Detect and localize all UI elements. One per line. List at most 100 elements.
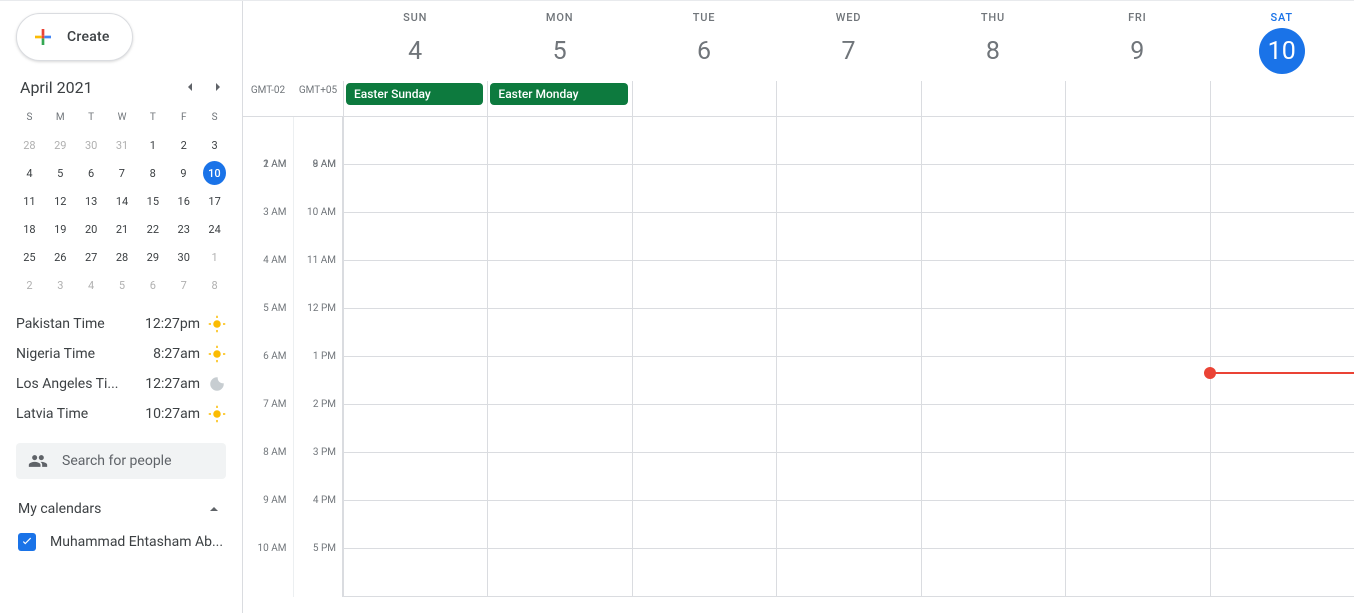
mini-cal-day[interactable]: 1 — [199, 243, 230, 271]
search-people[interactable]: Search for people — [16, 443, 226, 479]
mini-cal-day[interactable]: 23 — [168, 215, 199, 243]
mini-cal-day[interactable]: 5 — [107, 271, 138, 299]
calendar-checkbox[interactable] — [18, 533, 36, 551]
mini-cal-day[interactable]: 18 — [14, 215, 45, 243]
mini-cal-day[interactable]: 7 — [106, 159, 137, 187]
mini-cal-day[interactable]: 8 — [199, 271, 230, 299]
day-header[interactable]: THU8 — [921, 1, 1065, 81]
mini-cal-day[interactable]: 24 — [199, 215, 230, 243]
mini-cal-day[interactable]: 31 — [107, 131, 138, 159]
world-clock[interactable]: Nigeria Time 8:27am — [12, 339, 230, 369]
allday-cell[interactable] — [776, 81, 920, 117]
world-clock-name: Latvia Time — [16, 406, 139, 422]
world-clock-name: Nigeria Time — [16, 346, 147, 362]
mini-cal-day[interactable]: 26 — [45, 243, 76, 271]
tz-label-b: GMT+05 — [293, 81, 343, 116]
hour-label: 10 AM — [243, 543, 287, 591]
mini-cal-day[interactable]: 29 — [137, 243, 168, 271]
mini-cal-day[interactable]: 1 — [137, 131, 168, 159]
mini-cal-dow: S — [14, 103, 45, 131]
mini-cal-day[interactable]: 30 — [168, 243, 199, 271]
mini-cal-day[interactable]: 2 — [168, 131, 199, 159]
grid-day-column[interactable] — [343, 117, 487, 597]
tz-label-a: GMT-02 — [243, 81, 293, 116]
world-clock[interactable]: Pakistan Time12:27pm — [12, 309, 230, 339]
allday-cell[interactable] — [1210, 81, 1354, 117]
hour-label: 12 PM — [294, 303, 337, 351]
allday-cell[interactable]: Easter Monday — [487, 81, 631, 117]
day-number: 5 — [537, 28, 583, 74]
day-header[interactable]: WED7 — [776, 1, 920, 81]
search-placeholder: Search for people — [62, 453, 172, 469]
mini-cal-day[interactable]: 16 — [168, 187, 199, 215]
week-view: SUN4MON5TUE6WED7THU8FRI9SAT10 GMT-02 GMT… — [242, 1, 1354, 613]
mini-cal-day[interactable]: 14 — [107, 187, 138, 215]
day-header[interactable]: SUN4 — [343, 1, 487, 81]
hour-label: 10 AM — [294, 207, 337, 255]
create-button-label: Create — [67, 29, 110, 45]
hour-label: 4 PM — [294, 495, 337, 543]
world-clock-time: 12:27am — [145, 376, 200, 392]
mini-cal-day[interactable]: 27 — [76, 243, 107, 271]
mini-cal-day[interactable]: 20 — [76, 215, 107, 243]
mini-cal-day[interactable]: 17 — [199, 187, 230, 215]
mini-cal-day[interactable]: 3 — [199, 131, 230, 159]
allday-event[interactable]: Easter Monday — [490, 83, 627, 105]
allday-cell[interactable] — [1065, 81, 1209, 117]
day-of-week: SUN — [343, 11, 487, 24]
day-header[interactable]: MON5 — [487, 1, 631, 81]
my-calendars-header[interactable]: My calendars — [12, 479, 230, 529]
allday-cell[interactable] — [921, 81, 1065, 117]
mini-cal-day[interactable]: 2 — [14, 271, 45, 299]
mini-cal-day[interactable]: 11 — [14, 187, 45, 215]
grid-day-column[interactable] — [1210, 117, 1354, 597]
mini-cal-day[interactable]: 7 — [168, 271, 199, 299]
allday-cell[interactable] — [632, 81, 776, 117]
day-header[interactable]: TUE6 — [632, 1, 776, 81]
mini-cal-dow: W — [107, 103, 138, 131]
mini-cal-day[interactable]: 9 — [168, 159, 199, 187]
grid-day-column[interactable] — [487, 117, 631, 597]
day-header[interactable]: FRI9 — [1065, 1, 1209, 81]
grid-day-column[interactable] — [921, 117, 1065, 597]
hour-label: 8 AM — [243, 447, 287, 495]
mini-cal-day[interactable]: 28 — [107, 243, 138, 271]
mini-cal-dow: M — [45, 103, 76, 131]
mini-cal-day[interactable]: 8 — [137, 159, 168, 187]
grid-day-column[interactable] — [1065, 117, 1209, 597]
hour-label: 2 PM — [294, 399, 337, 447]
mini-cal-day[interactable]: 6 — [137, 271, 168, 299]
mini-cal-day[interactable]: 4 — [76, 271, 107, 299]
create-button[interactable]: Create — [16, 13, 133, 61]
mini-cal-day[interactable]: 6 — [76, 159, 107, 187]
mini-cal-day[interactable]: 25 — [14, 243, 45, 271]
mini-cal-day[interactable]: 13 — [76, 187, 107, 215]
mini-cal-day[interactable]: 15 — [137, 187, 168, 215]
world-clock-time: 8:27am — [153, 346, 200, 362]
mini-cal-day[interactable]: 21 — [107, 215, 138, 243]
chevron-right-icon[interactable] — [208, 77, 228, 97]
world-clock[interactable]: Los Angeles Ti...12:27am — [12, 369, 230, 399]
mini-cal-day[interactable]: 4 — [14, 159, 45, 187]
mini-cal-day[interactable]: 5 — [45, 159, 76, 187]
allday-event[interactable]: Easter Sunday — [346, 83, 483, 105]
world-clock-time: 10:27am — [145, 406, 200, 422]
hour-label: 5 PM — [294, 543, 337, 591]
mini-cal-day[interactable]: 10 — [203, 161, 226, 185]
mini-cal-day[interactable]: 3 — [45, 271, 76, 299]
world-clock[interactable]: Latvia Time 10:27am — [12, 399, 230, 429]
mini-cal-day[interactable]: 22 — [137, 215, 168, 243]
mini-cal-day[interactable]: 30 — [76, 131, 107, 159]
mini-cal-day[interactable]: 12 — [45, 187, 76, 215]
calendar-row[interactable]: Muhammad Ehtasham Ab... — [12, 529, 230, 555]
mini-cal-day[interactable]: 29 — [45, 131, 76, 159]
mini-cal-day[interactable]: 28 — [14, 131, 45, 159]
grid-day-column[interactable] — [776, 117, 920, 597]
chevron-up-icon — [204, 499, 224, 519]
hour-label: 3 PM — [294, 447, 337, 495]
allday-cell[interactable]: Easter Sunday — [343, 81, 487, 117]
grid-day-column[interactable] — [632, 117, 776, 597]
day-header[interactable]: SAT10 — [1210, 1, 1354, 81]
mini-cal-day[interactable]: 19 — [45, 215, 76, 243]
chevron-left-icon[interactable] — [180, 77, 200, 97]
